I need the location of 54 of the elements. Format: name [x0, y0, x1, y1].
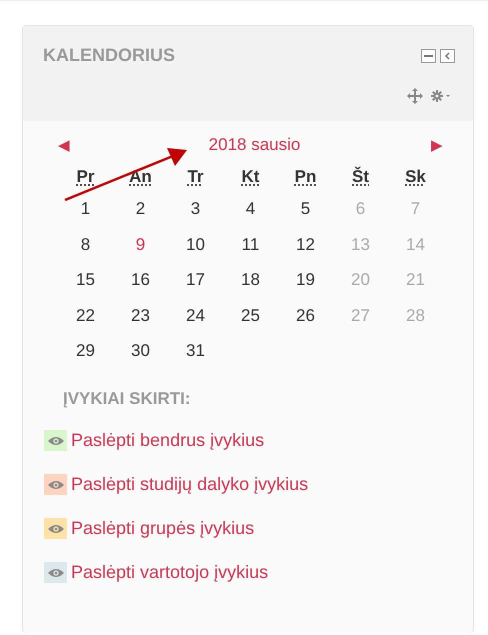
day-cell-text: 9: [136, 234, 146, 256]
dock-icon[interactable]: [440, 48, 455, 62]
day-cell-text: 24: [186, 304, 205, 326]
day-cell-text: 2: [136, 198, 146, 220]
settings-icon[interactable]: [431, 90, 451, 102]
eye-icon[interactable]: [44, 562, 67, 583]
day-cell-text: 29: [76, 340, 95, 362]
day-cell-text: 31: [186, 340, 205, 362]
day-cell-text: 3: [190, 198, 200, 220]
day-cell-text: 16: [131, 269, 150, 291]
day-cell-text: 12: [296, 234, 315, 256]
day-cell-text: 28: [406, 304, 425, 326]
hide-events-link[interactable]: Paslėpti bendrus įvykius: [71, 430, 264, 451]
month-link[interactable]: 2018 sausio: [208, 135, 300, 155]
eye-icon[interactable]: [44, 474, 67, 495]
day-cell-text: 23: [131, 304, 150, 326]
hide-events-link[interactable]: Paslėpti studijų dalyko įvykius: [71, 474, 308, 495]
previous-month-link[interactable]: ◀: [58, 136, 70, 154]
hide-events-link[interactable]: Paslėpti vartotojo įvykius: [71, 562, 268, 583]
day-cell-text: 20: [351, 269, 370, 291]
legend-heading: ĮVYKIAI SKIRTI:: [63, 388, 192, 408]
day-cell-text: 15: [76, 269, 95, 291]
hide-events-link[interactable]: Paslėpti grupės įvykius: [71, 518, 254, 539]
day-cell-text: 5: [300, 198, 310, 220]
day-cell-text: 27: [351, 304, 370, 326]
block-title: KALENDORIUS: [43, 45, 176, 66]
day-cell-text: 17: [186, 269, 205, 291]
weekday-header: Sk: [405, 166, 426, 188]
day-cell-text: 25: [241, 304, 260, 326]
day-cell-text: 26: [296, 304, 315, 326]
weekday-header: Tr: [187, 166, 204, 188]
move-icon[interactable]: [407, 88, 423, 104]
day-cell-text: 6: [356, 198, 366, 220]
day-cell-text: 10: [186, 234, 205, 256]
weekday-header: Pr: [76, 166, 94, 188]
day-cell-text: 8: [80, 234, 90, 256]
next-month-link[interactable]: ▶: [431, 136, 443, 154]
day-cell-text: 19: [296, 269, 315, 291]
day-cell-text: 14: [406, 234, 425, 256]
weekday-header: Kt: [242, 166, 260, 188]
day-cell-text: 18: [241, 269, 260, 291]
eye-icon[interactable]: [44, 430, 67, 451]
eye-icon[interactable]: [44, 518, 67, 539]
minimize-icon[interactable]: [421, 48, 436, 62]
day-cell-text: 4: [246, 198, 256, 220]
day-cell-text: 22: [76, 304, 95, 326]
day-cell-text: 13: [351, 234, 370, 256]
weekday-header: Pn: [294, 166, 316, 188]
weekday-header: Št: [352, 166, 369, 188]
day-cell-text: 21: [406, 269, 425, 291]
day-cell-text: 7: [410, 198, 420, 220]
day-cell-text: 30: [131, 340, 150, 362]
day-cell-text: 11: [242, 234, 260, 256]
day-cell-text: 1: [80, 198, 90, 220]
